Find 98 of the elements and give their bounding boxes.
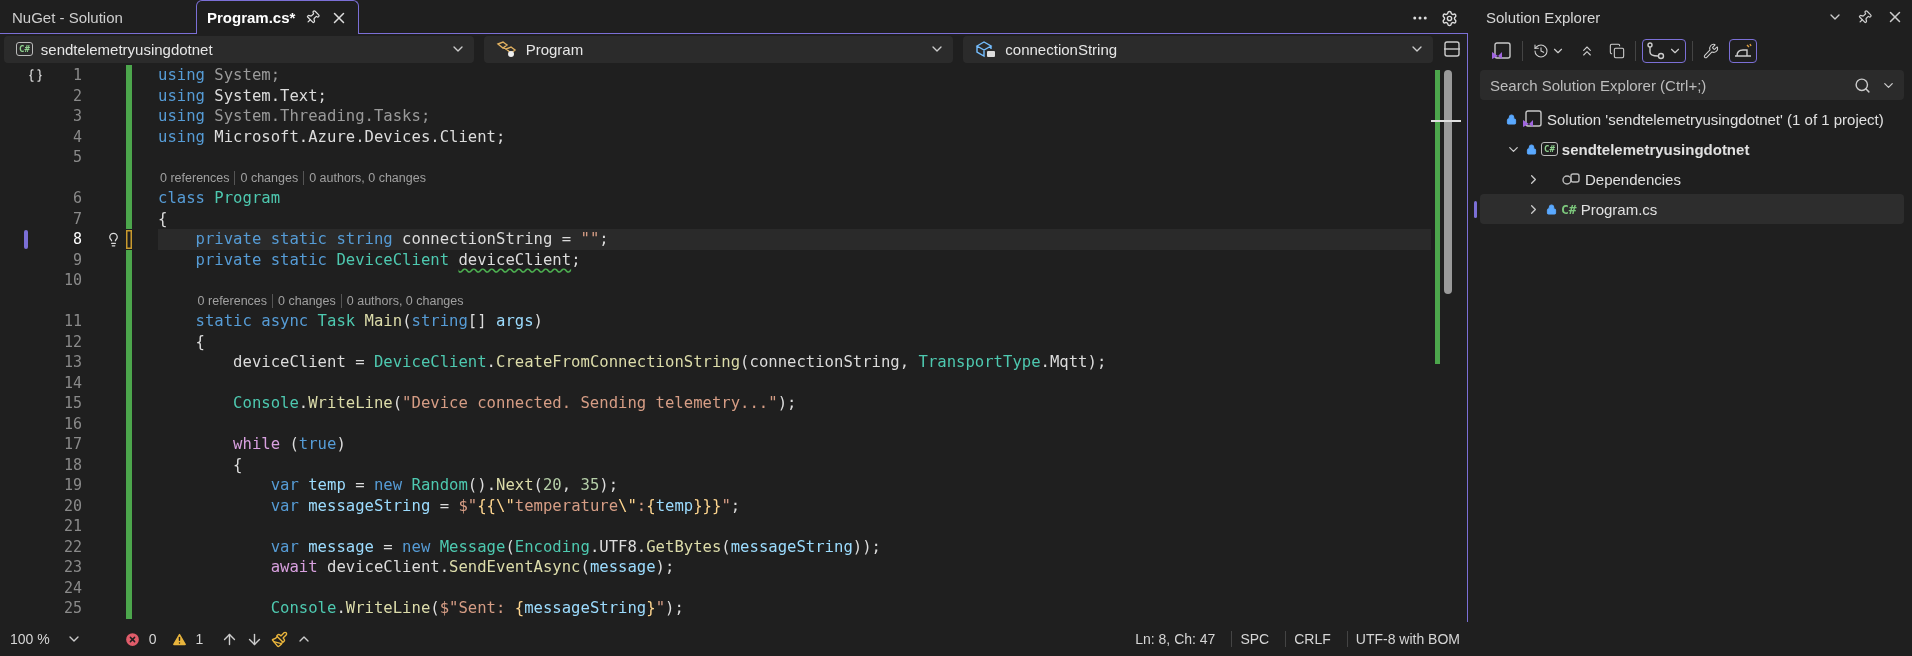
lightbulb-icon[interactable] — [106, 231, 121, 247]
line-number: 20 — [62, 496, 82, 515]
tree-label: sendtelemetryusingdotnet — [1561, 140, 1750, 158]
selection-marker — [1474, 201, 1477, 218]
dependencies-icon — [1561, 171, 1581, 187]
line-number: 17 — [62, 435, 82, 454]
class-icon — [495, 40, 518, 58]
files-icon — [1609, 43, 1625, 59]
line-number: 9 — [71, 250, 82, 269]
line-number: 1 — [71, 66, 82, 85]
indentation-mode[interactable]: SPC — [1231, 631, 1278, 647]
line-number: 22 — [62, 537, 82, 556]
code-line: using System; — [158, 65, 282, 86]
code-line: var message = new Message(Encoding.UTF8.GetBytes(messageString)); — [269, 536, 882, 557]
search-icon[interactable] — [1854, 76, 1871, 94]
error-count[interactable]: 0 — [148, 631, 157, 647]
line-number: 5 — [71, 148, 82, 167]
code-line: deviceClient = DeviceClient.CreateFromConnectionString(connectionString, TransportType.Mqtt); — [232, 352, 1108, 373]
type-dropdown[interactable]: Program — [483, 35, 954, 63]
search-input[interactable]: Search Solution Explorer (Ctrl+;) — [1488, 75, 1844, 95]
code-line: private static DeviceClient deviceClient; — [194, 249, 582, 270]
code-line: var temp = new Random().Next(20, 35); — [269, 475, 620, 496]
line-number: 6 — [71, 189, 82, 208]
code-line: private static string connectionString = ""; — [194, 229, 610, 250]
tree-item[interactable]: C# sendtelemetryusingdotnet — [1480, 134, 1904, 164]
wrench-icon — [1703, 43, 1719, 59]
code-line: Console.WriteLine("Device connected. Sending telemetry..."); — [232, 393, 798, 414]
cursor-position[interactable]: Ln: 8, Ch: 47 — [1127, 631, 1224, 647]
line-number: 2 — [71, 86, 82, 105]
graph-icon — [1646, 42, 1666, 60]
line-number: 3 — [71, 107, 82, 126]
code-lens-item[interactable]: 0 changes — [272, 293, 341, 308]
code-line: var messageString = $"{{\"temperature\":{temp}}}"; — [269, 495, 742, 516]
code-line: static async Task Main(string[] args) — [194, 311, 544, 332]
code-line: { — [232, 454, 244, 475]
member-dropdown[interactable]: connectionString — [963, 35, 1433, 63]
line-number: 18 — [62, 455, 82, 474]
line-number: 11 — [62, 312, 82, 331]
code-lens-item[interactable]: 0 authors, 0 changes — [340, 293, 469, 308]
zoom-dropdown[interactable]: 100 % — [4, 626, 88, 652]
document-tab[interactable]: Program.cs* — [196, 0, 360, 34]
line-number: 16 — [62, 414, 82, 433]
line-number: 13 — [62, 353, 82, 372]
current-line-marker — [24, 229, 28, 249]
line-number: 23 — [62, 558, 82, 577]
tree-label: Program.cs — [1580, 200, 1658, 218]
code-line: while (true) — [232, 434, 347, 455]
line-number: 15 — [62, 394, 82, 413]
csharp-project-icon: C# — [1541, 142, 1558, 156]
line-number: 21 — [62, 517, 82, 536]
code-line: { — [194, 331, 206, 352]
line-number: 12 — [62, 332, 82, 351]
line-number: 25 — [62, 599, 82, 618]
tree-item[interactable]: Solution 'sendtelemetryusingdotnet' (1 of 1 project) — [1480, 104, 1904, 134]
warning-icon[interactable] — [170, 630, 188, 648]
line-number: 4 — [71, 127, 82, 146]
preview-icon — [1733, 42, 1753, 60]
settings-icon[interactable] — [1441, 9, 1458, 27]
code-line: class Program — [158, 188, 282, 209]
tree-label: Solution 'sendtelemetryusingdotnet' (1 of 1 project) — [1547, 110, 1884, 128]
csharp-project-icon: C# — [16, 42, 33, 56]
panel-title: Solution Explorer — [1486, 8, 1602, 26]
line-number: 14 — [62, 373, 82, 392]
toolbar-button[interactable] — [1642, 39, 1686, 63]
solution-icon — [1521, 110, 1543, 128]
scrollbar-thumb[interactable] — [1444, 70, 1452, 294]
code-lens-item[interactable]: 0 authors, 0 changes — [303, 170, 431, 185]
document-tab[interactable]: NuGet - Solution — [2, 1, 192, 33]
toolbar-button[interactable] — [1729, 39, 1757, 63]
code-line: await deviceClient.SendEventAsync(message); — [269, 557, 676, 578]
warning-count[interactable]: 1 — [195, 631, 204, 647]
code-line: using Microsoft.Azure.Devices.Client; — [158, 126, 507, 147]
line-number: 10 — [62, 271, 82, 290]
caret-position-marker — [1431, 120, 1461, 122]
search-field[interactable]: Search Solution Explorer (Ctrl+;) — [1480, 70, 1904, 100]
line-number: 19 — [62, 476, 82, 495]
code-lens-item[interactable]: 0 changes — [234, 170, 304, 185]
error-icon[interactable] — [123, 630, 141, 648]
line-ending[interactable]: CRLF — [1285, 631, 1339, 647]
tree-item[interactable]: Dependencies — [1480, 164, 1904, 194]
braces-icon[interactable] — [28, 67, 43, 83]
split-icon[interactable] — [1443, 40, 1461, 58]
code-line: Console.WriteLine($"Sent: {messageString}"); — [269, 598, 685, 619]
solution-icon — [1490, 42, 1512, 60]
project-dropdown[interactable]: C# sendtelemetryusingdotnet — [4, 35, 474, 63]
history-icon — [1533, 43, 1549, 59]
code-line: using System.Threading.Tasks; — [158, 106, 432, 127]
code-line: using System.Text; — [158, 85, 328, 106]
code-line: { — [158, 208, 169, 229]
code-lens-item[interactable]: 0 references — [160, 170, 235, 185]
csharp-file-icon: C# — [1561, 201, 1577, 217]
brush-icon[interactable] — [271, 630, 289, 648]
code-lens-item[interactable]: 0 references — [197, 293, 273, 308]
field-icon — [975, 40, 998, 58]
line-number: 7 — [71, 209, 82, 228]
line-number: 8 — [71, 230, 82, 249]
line-number: 24 — [62, 578, 82, 597]
tree-label: Dependencies — [1585, 170, 1681, 188]
